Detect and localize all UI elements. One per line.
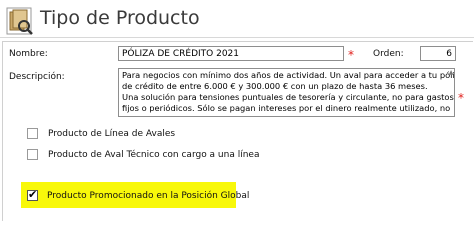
aval-tecnico-checkbox[interactable]: [27, 149, 38, 160]
promocionado-label: Producto Promocionado en la Posición Glo…: [47, 191, 250, 201]
linea-avales-label: Producto de Línea de Avales: [48, 129, 176, 139]
descripcion-line: Una solución para tensiones puntuales de…: [122, 92, 454, 102]
scroll-up-icon[interactable]: ▲: [447, 69, 455, 77]
product-type-icon: [4, 6, 34, 36]
header-divider: [0, 37, 474, 38]
nombre-label: Nombre:: [9, 49, 48, 59]
checkmark-icon: ✔: [28, 188, 38, 201]
promocionado-checkbox[interactable]: ✔: [27, 188, 38, 201]
descripcion-line: Para negocios con mínimo dos años de act…: [122, 70, 455, 80]
aval-tecnico-label: Producto de Aval Técnico con cargo a una…: [48, 150, 260, 160]
page-title: Tipo de Producto: [40, 7, 200, 29]
nombre-required-mark: *: [348, 48, 354, 62]
orden-label: Orden:: [373, 49, 404, 59]
descripcion-line: de crédito de entre 6.000 € y 300.000 € …: [122, 81, 428, 91]
descripcion-line: fijos o periódicos. Sólo se pagan intere…: [122, 103, 451, 113]
descripcion-required-mark: *: [458, 91, 464, 105]
descripcion-textarea[interactable]: Para negocios con mínimo dos años de act…: [118, 68, 455, 117]
descripcion-label: Descripción:: [9, 72, 65, 82]
orden-input[interactable]: 6: [420, 46, 456, 61]
nombre-input[interactable]: PÓLIZA DE CRÉDITO 2021: [118, 46, 344, 61]
linea-avales-checkbox[interactable]: [27, 128, 38, 139]
